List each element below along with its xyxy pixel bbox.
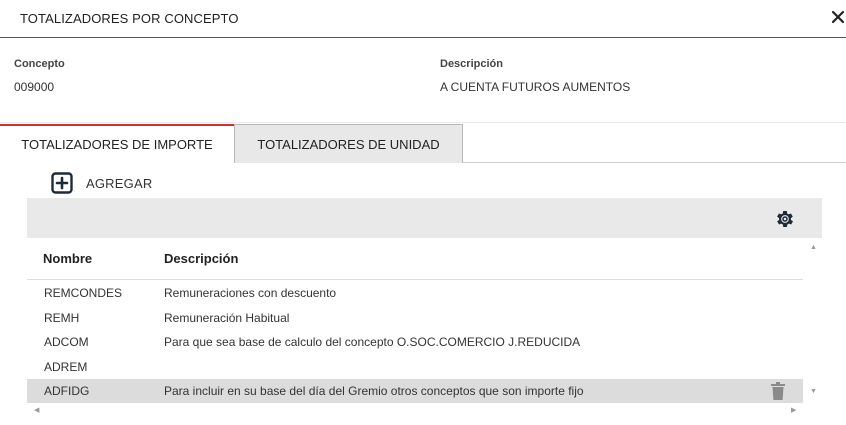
concepto-label: Concepto [14, 58, 65, 70]
table-row[interactable]: REMCONDES Remuneraciones con descuento [27, 281, 803, 306]
column-header-descripcion[interactable]: Descripción [164, 251, 238, 266]
vertical-scrollbar[interactable]: ▲ ▼ [805, 238, 822, 403]
scroll-right-icon[interactable]: ▶ [791, 406, 796, 414]
tab-label: TOTALIZADORES DE IMPORTE [21, 137, 213, 152]
cell-nombre: ADCOM [44, 335, 89, 349]
cell-nombre: REMH [44, 310, 80, 325]
grid-toolbar [27, 198, 822, 238]
descripcion-value: A CUENTA FUTUROS AUMENTOS [440, 80, 631, 94]
modal-header: TOTALIZADORES POR CONCEPTO [0, 0, 846, 38]
grid-header: Nombre Descripción [27, 238, 803, 280]
cell-descripcion: Remuneración Habitual [164, 310, 290, 325]
scroll-left-icon[interactable]: ◀ [34, 406, 39, 414]
scroll-up-icon[interactable]: ▲ [810, 244, 817, 251]
tab-totalizadores-importe[interactable]: TOTALIZADORES DE IMPORTE [0, 124, 234, 163]
close-icon[interactable] [830, 6, 846, 28]
cell-descripcion: Para que sea base de calculo del concept… [164, 335, 581, 349]
scroll-down-icon[interactable]: ▼ [810, 388, 817, 395]
add-label: AGREGAR [86, 175, 153, 191]
cell-descripcion: Remuneraciones con descuento [164, 286, 337, 300]
table-row[interactable]: ADCOM Para que sea base de calculo del c… [27, 330, 803, 355]
cell-nombre: REMCONDES [44, 286, 123, 300]
table-row[interactable]: ADREM [27, 355, 803, 380]
gear-icon[interactable] [774, 208, 796, 230]
cell-nombre: ADREM [44, 359, 88, 374]
totalizadores-grid: Nombre Descripción REMCONDES Remuneracio… [27, 238, 822, 420]
modal-title: TOTALIZADORES POR CONCEPTO [20, 11, 239, 26]
descripcion-label: Descripción [440, 58, 503, 70]
divider [0, 122, 846, 123]
table-row[interactable]: REMH Remuneración Habitual [27, 306, 803, 331]
column-header-nombre[interactable]: Nombre [43, 251, 92, 266]
cell-descripcion: Para incluir en su base del día del Grem… [164, 384, 584, 398]
add-button[interactable]: AGREGAR [51, 172, 152, 194]
cell-nombre: ADFIDG [44, 384, 90, 398]
concepto-value: 009000 [14, 80, 55, 94]
grid-rows: REMCONDES Remuneraciones con descuento R… [27, 281, 803, 404]
table-row-selected[interactable]: ADFIDG Para incluir en su base del día d… [27, 379, 803, 404]
trash-icon[interactable] [771, 382, 785, 400]
tab-totalizadores-unidad[interactable]: TOTALIZADORES DE UNIDAD [234, 124, 463, 163]
tab-bar: TOTALIZADORES DE IMPORTE TOTALIZADORES D… [0, 124, 846, 163]
tab-label: TOTALIZADORES DE UNIDAD [257, 136, 440, 152]
horizontal-scrollbar[interactable]: ◀ ▶ [27, 403, 805, 418]
plus-square-icon [51, 172, 73, 194]
